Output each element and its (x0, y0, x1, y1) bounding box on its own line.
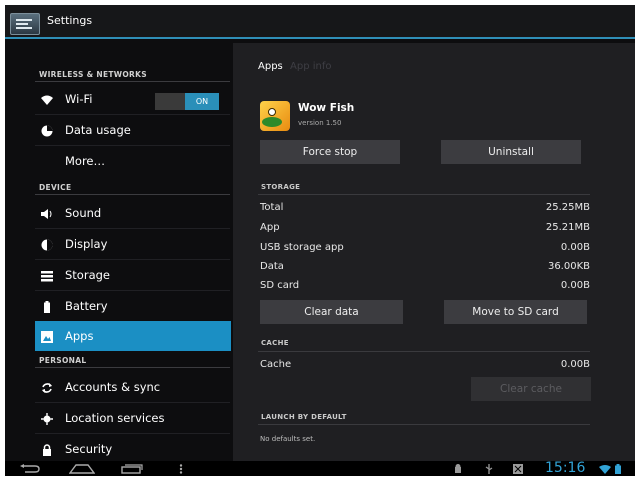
sidebar-item-label: Data usage (65, 123, 131, 137)
storage-row-data: Data 36.00KB (260, 261, 590, 277)
sidebar-item-label: Sound (65, 206, 102, 220)
notification-icon[interactable] (513, 464, 523, 474)
storage-icon (41, 271, 53, 282)
apps-icon (41, 331, 53, 343)
wifi-toggle-state: ON (185, 93, 219, 110)
section-header-cache: CACHE (261, 339, 289, 347)
sidebar-item-location[interactable]: Location services (35, 403, 231, 433)
sidebar-item-more[interactable]: More… (35, 146, 231, 176)
row-label: SD card (260, 280, 300, 291)
location-icon (41, 413, 53, 425)
recent-apps-icon[interactable] (121, 464, 143, 474)
wifi-icon (41, 95, 53, 105)
section-divider (258, 424, 590, 425)
section-divider (258, 351, 590, 352)
sidebar-item-label: Storage (65, 268, 110, 282)
battery-icon (44, 301, 50, 313)
row-value: 25.25MB (545, 202, 590, 213)
cache-row: Cache 0.00B (260, 359, 590, 375)
sidebar-item-label: Battery (65, 299, 108, 313)
section-divider (35, 367, 230, 368)
home-icon[interactable] (69, 464, 95, 474)
sidebar-item-label: Display (65, 237, 108, 251)
row-value: 25.21MB (545, 222, 590, 233)
settings-categories: WIRELESS & NETWORKS Wi-Fi ON Data usage … (5, 39, 231, 461)
row-label: USB storage app (260, 242, 344, 253)
back-icon[interactable] (19, 464, 41, 474)
wifi-status-icon[interactable] (599, 464, 611, 474)
row-label: App (260, 222, 280, 233)
sidebar-item-storage[interactable]: Storage (35, 260, 231, 290)
app-version: version 1.50 (298, 119, 342, 127)
usb-icon[interactable] (484, 464, 494, 474)
storage-row-usb: USB storage app 0.00B (260, 242, 590, 258)
sidebar-item-label: Accounts & sync (65, 380, 161, 394)
sidebar-item-label: Security (65, 442, 113, 456)
section-divider (258, 194, 590, 195)
speaker-icon (41, 209, 52, 219)
settings-screen: Settings WIRELESS & NETWORKS Wi-Fi ON Da… (5, 5, 635, 476)
app-info-panel: Apps App info Wow Fish version 1.50 Forc… (233, 43, 635, 461)
breadcrumb-apps[interactable]: Apps (258, 61, 283, 72)
row-value: 36.00KB (547, 261, 590, 272)
action-bar-title: Settings (47, 14, 93, 27)
section-header-personal: PERSONAL (39, 356, 87, 365)
sidebar-item-security[interactable]: Security (35, 434, 231, 464)
sync-icon (42, 383, 52, 393)
display-icon (41, 239, 53, 251)
sidebar-item-label: Location services (65, 411, 165, 425)
section-divider (35, 194, 230, 195)
app-name: Wow Fish (298, 102, 355, 114)
row-value: 0.00B (560, 242, 590, 253)
sidebar-item-accounts-sync[interactable]: Accounts & sync (35, 372, 231, 402)
row-value: 0.00B (560, 359, 590, 370)
sidebar-item-data-usage[interactable]: Data usage (35, 115, 231, 145)
wifi-toggle[interactable]: ON (155, 93, 219, 110)
row-label: Data (260, 261, 284, 272)
data-usage-icon (41, 125, 53, 137)
no-defaults-text: No defaults set. (260, 435, 316, 443)
row-label: Total (260, 202, 284, 213)
section-header-device: DEVICE (39, 183, 72, 192)
clear-data-button[interactable]: Clear data (260, 300, 403, 324)
sidebar-item-label: More… (65, 154, 106, 168)
force-stop-button[interactable]: Force stop (260, 140, 400, 164)
action-bar: Settings (5, 5, 635, 39)
sidebar-item-label: Wi-Fi (65, 92, 93, 106)
sidebar-item-label: Apps (65, 329, 94, 343)
storage-row-total: Total 25.25MB (260, 202, 590, 218)
sidebar-item-sound[interactable]: Sound (35, 198, 231, 228)
move-to-sd-button[interactable]: Move to SD card (444, 300, 587, 324)
row-value: 0.00B (560, 280, 590, 291)
section-header-launch: LAUNCH BY DEFAULT (261, 413, 347, 421)
settings-app-icon[interactable] (10, 13, 40, 35)
system-nav-bar: 15:16 (5, 460, 635, 476)
sidebar-item-display[interactable]: Display (35, 229, 231, 259)
section-header-storage: STORAGE (261, 183, 301, 191)
row-label: Cache (260, 359, 292, 370)
clear-cache-button[interactable]: Clear cache (471, 377, 591, 401)
section-divider (35, 81, 230, 82)
menu-icon[interactable] (179, 464, 183, 474)
storage-row-app: App 25.21MB (260, 222, 590, 238)
lock-icon (43, 444, 51, 456)
uninstall-button[interactable]: Uninstall (441, 140, 581, 164)
storage-row-sd: SD card 0.00B (260, 280, 590, 296)
section-header-wireless: WIRELESS & NETWORKS (39, 70, 147, 79)
battery-status-icon[interactable] (615, 464, 621, 474)
sidebar-item-apps[interactable]: Apps (35, 321, 231, 351)
sidebar-item-battery[interactable]: Battery (35, 291, 231, 321)
status-clock[interactable]: 15:16 (545, 460, 585, 476)
wow-fish-app-icon (260, 101, 290, 131)
android-debug-icon[interactable] (453, 464, 463, 474)
breadcrumb-app-info: App info (290, 61, 332, 72)
